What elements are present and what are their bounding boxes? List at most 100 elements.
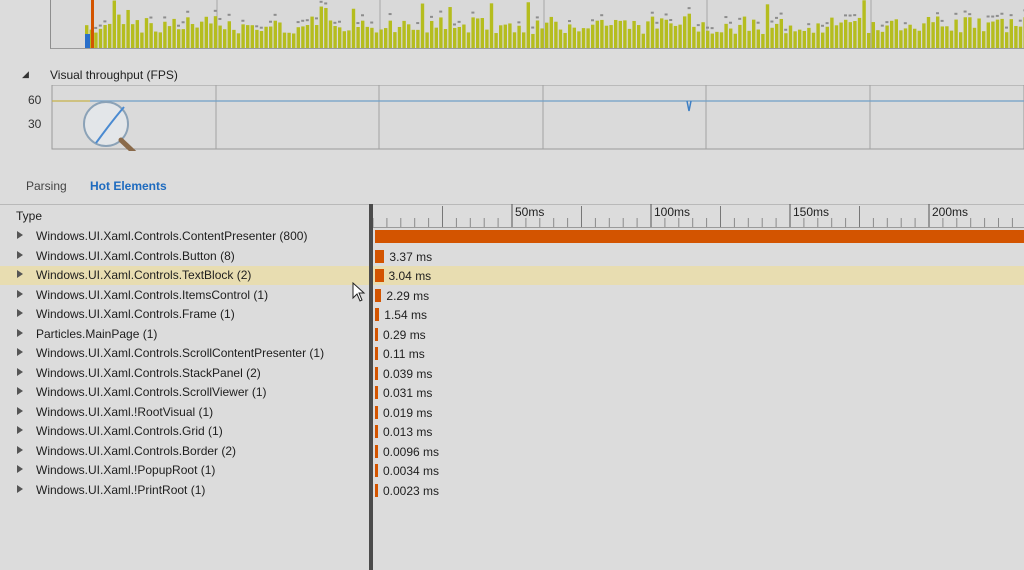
- row-type-name: Windows.UI.Xaml.Controls.ContentPresente…: [36, 229, 308, 243]
- histogram-plot[interactable]: [50, 0, 1024, 49]
- expand-triangle-icon[interactable]: [17, 445, 23, 454]
- histogram-bar: [227, 21, 231, 48]
- histogram-bar: [954, 19, 958, 48]
- duration-bar[interactable]: [375, 308, 380, 321]
- histogram-marker: [315, 17, 318, 20]
- histogram-bar: [126, 9, 130, 48]
- timeline-ruler[interactable]: 50ms 100ms 150ms 200ms: [372, 204, 1024, 228]
- expand-triangle-icon[interactable]: [17, 250, 23, 259]
- expand-triangle-icon[interactable]: [17, 231, 23, 239]
- expand-triangle-icon[interactable]: [17, 484, 23, 493]
- table-row[interactable]: Windows.UI.Xaml.Controls.ContentPresente…: [0, 227, 1024, 246]
- table-row[interactable]: Windows.UI.Xaml.Controls.TextBlock (2) 3.…: [0, 266, 1024, 285]
- histogram-bar: [181, 29, 185, 48]
- duration-bar[interactable]: [375, 483, 378, 497]
- duration-bar[interactable]: [375, 288, 382, 302]
- histogram-bar: [342, 31, 346, 48]
- histogram-bar: [770, 27, 774, 48]
- histogram-marker: [439, 10, 443, 13]
- histogram-bar: [522, 32, 526, 48]
- expand-triangle-icon[interactable]: [17, 348, 23, 356]
- duration-bar[interactable]: [375, 230, 1024, 243]
- expand-triangle-icon[interactable]: [17, 426, 23, 434]
- histogram-bar: [982, 31, 986, 48]
- histogram-marker: [163, 16, 167, 19]
- fps-chart[interactable]: 60 30: [0, 85, 1024, 151]
- histogram-bar: [531, 33, 535, 48]
- table-row[interactable]: Windows.UI.Xaml.Controls.Border (2) 0.009…: [0, 442, 1024, 461]
- histogram-bar: [834, 25, 839, 48]
- table-row[interactable]: Windows.UI.Xaml.Controls.StackPanel (2) 0…: [0, 364, 1024, 383]
- expand-triangle-icon[interactable]: [17, 328, 23, 337]
- table-row[interactable]: Windows.UI.Xaml.Controls.ItemsControl (1…: [0, 286, 1024, 305]
- type-column-header[interactable]: Type: [16, 209, 42, 223]
- duration-bar[interactable]: [375, 464, 378, 477]
- expand-triangle-icon[interactable]: [17, 406, 23, 415]
- duration-bar[interactable]: [375, 347, 378, 360]
- collapse-triangle-icon[interactable]: ◢: [22, 69, 29, 80]
- duration-bar[interactable]: [375, 425, 378, 438]
- histogram-bar: [779, 18, 783, 48]
- duration-bar[interactable]: [375, 327, 378, 341]
- histogram-marker: [738, 17, 742, 20]
- duration-bar[interactable]: [375, 269, 384, 282]
- tab-parsing[interactable]: Parsing: [26, 179, 67, 193]
- histogram-marker: [591, 19, 594, 22]
- cpu-histogram[interactable]: [0, 0, 1024, 62]
- histogram-bar: [416, 29, 420, 48]
- expand-triangle-icon[interactable]: [17, 387, 23, 395]
- expand-triangle-icon[interactable]: [17, 367, 23, 376]
- table-row[interactable]: Windows.UI.Xaml.Controls.Frame (1) 1.54 m…: [0, 305, 1024, 324]
- histogram-marker: [696, 24, 700, 27]
- histogram-bar: [108, 23, 112, 48]
- histogram-marker: [821, 24, 824, 27]
- histogram-marker: [227, 13, 231, 16]
- histogram-bar: [798, 29, 802, 48]
- histogram-marker: [149, 16, 153, 19]
- duration-label: 3.37 ms: [389, 249, 433, 264]
- duration-bar[interactable]: [375, 366, 378, 380]
- table-row[interactable]: Windows.UI.Xaml.!RootVisual (1) 0.019 ms: [0, 403, 1024, 422]
- histogram-bar: [692, 26, 696, 48]
- tab-hot-elements[interactable]: Hot Elements: [90, 179, 167, 193]
- histogram-bar: [172, 18, 176, 48]
- duration-bar[interactable]: [375, 386, 378, 399]
- histogram-bar: [738, 24, 742, 48]
- duration-bar[interactable]: [375, 249, 385, 263]
- histogram-marker: [531, 26, 535, 29]
- expand-triangle-icon[interactable]: [17, 465, 23, 473]
- expand-triangle-icon[interactable]: [17, 289, 23, 298]
- table-row[interactable]: Particles.MainPage (1) 0.29 ms: [0, 325, 1024, 344]
- duration-bar[interactable]: [375, 444, 378, 458]
- table-row[interactable]: Windows.UI.Xaml.Controls.ScrollContentPr…: [0, 344, 1024, 363]
- row-type-name: Windows.UI.Xaml.!PopupRoot (1): [36, 463, 216, 477]
- histogram-marker: [729, 21, 732, 24]
- duration-bar[interactable]: [375, 405, 378, 419]
- histogram-bar: [296, 27, 300, 48]
- histogram-bar: [462, 24, 466, 48]
- table-row[interactable]: Windows.UI.Xaml.Controls.Button (8) 3.37 …: [0, 247, 1024, 266]
- table-row[interactable]: Windows.UI.Xaml.!PrintRoot (1) 0.0023 ms: [0, 481, 1024, 500]
- table-row[interactable]: Windows.UI.Xaml.!PopupRoot (1) 0.0034 ms: [0, 461, 1024, 480]
- table-row[interactable]: Windows.UI.Xaml.Controls.Grid (1) 0.013 m…: [0, 422, 1024, 441]
- histogram-marker: [669, 19, 673, 22]
- histogram-bar: [729, 28, 733, 48]
- expand-triangle-icon[interactable]: [17, 270, 23, 278]
- fps-title: Visual throughput (FPS): [50, 68, 178, 82]
- histogram-bar: [752, 19, 756, 48]
- histogram-bar: [724, 23, 728, 48]
- histogram-bar: [595, 20, 599, 48]
- histogram-bar: [991, 21, 995, 48]
- histogram-bar: [476, 18, 480, 48]
- fps-section-header: ◢ Visual throughput (FPS): [0, 64, 1024, 86]
- column-splitter[interactable]: [369, 204, 373, 570]
- histogram-bar: [1009, 19, 1013, 48]
- histogram-bar: [319, 6, 323, 48]
- histogram-marker: [453, 23, 456, 26]
- expand-triangle-icon[interactable]: [17, 309, 23, 317]
- histogram-bar: [940, 26, 944, 48]
- histogram-bar: [103, 25, 107, 48]
- histogram-bar: [540, 28, 544, 48]
- table-row[interactable]: Windows.UI.Xaml.Controls.ScrollViewer (1…: [0, 383, 1024, 402]
- duration-label: 0.013 ms: [383, 425, 433, 439]
